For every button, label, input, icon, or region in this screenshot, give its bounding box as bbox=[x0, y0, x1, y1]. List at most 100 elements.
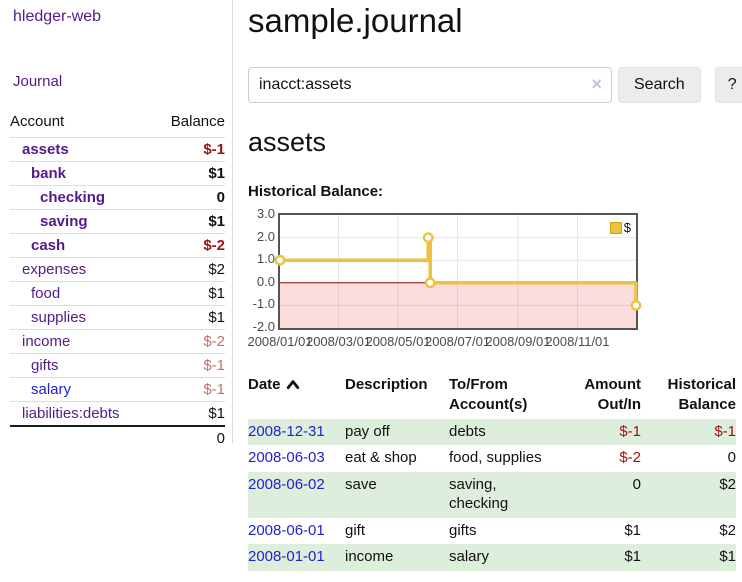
account-link-supplies[interactable]: supplies bbox=[31, 309, 86, 326]
register-balance-cell: 0 bbox=[641, 445, 736, 472]
x-axis-tick-label: 2008/11/01 bbox=[545, 334, 609, 349]
account-row-expenses: expenses$2 bbox=[10, 258, 225, 282]
accounts-header-balance: Balance bbox=[154, 111, 225, 138]
y-axis-tick-label: -1.0 bbox=[248, 296, 275, 311]
account-row-bank: bank$1 bbox=[10, 162, 225, 186]
register-header-date[interactable]: Date bbox=[248, 372, 345, 419]
register-balance-cell: $2 bbox=[641, 518, 736, 545]
register-amount-cell: $1 bbox=[561, 518, 641, 545]
help-button[interactable]: ? bbox=[715, 67, 742, 103]
legend-swatch-icon bbox=[610, 222, 622, 234]
register-table: Date Description To/From Account(s) Amou… bbox=[248, 372, 736, 571]
account-cell: expenses bbox=[10, 258, 154, 282]
register-date-cell: 2008-06-03 bbox=[248, 445, 345, 472]
register-accounts-cell: saving, checking bbox=[449, 472, 561, 518]
date-link[interactable]: 2008-12-31 bbox=[248, 423, 325, 440]
accounts-total-row: 0 bbox=[10, 426, 225, 450]
x-axis-tick-label: 2008/07/01 bbox=[425, 334, 490, 349]
data-point[interactable] bbox=[276, 256, 284, 264]
page-title: sample.journal bbox=[248, 2, 742, 40]
account-balance: 0 bbox=[154, 186, 225, 210]
register-description-cell: save bbox=[345, 472, 449, 518]
account-balance: $1 bbox=[154, 402, 225, 427]
date-link[interactable]: 2008-01-01 bbox=[248, 548, 325, 565]
date-link[interactable]: 2008-06-03 bbox=[248, 449, 325, 466]
main-content: sample.journal × Search ? assets Histori… bbox=[233, 0, 742, 571]
account-cell: salary bbox=[10, 378, 154, 402]
chart-plot-area[interactable]: $ bbox=[278, 213, 638, 330]
account-cell: liabilities:debts bbox=[10, 402, 154, 427]
search-button[interactable]: Search bbox=[618, 67, 701, 103]
y-axis-tick-label: 0.0 bbox=[248, 274, 275, 289]
account-link-salary[interactable]: salary bbox=[31, 381, 71, 398]
account-cell: gifts bbox=[10, 354, 154, 378]
register-header-amount: Amount Out/In bbox=[561, 372, 641, 419]
register-row: 2008-06-02 savesaving, checking0$2 bbox=[248, 472, 736, 518]
account-row-saving: saving $1 bbox=[10, 210, 225, 234]
data-point[interactable] bbox=[424, 233, 432, 241]
account-row-income: income$-2 bbox=[10, 330, 225, 354]
register-accounts-cell: debts bbox=[449, 419, 561, 446]
register-row: 2008-12-31pay offdebts$-1$-1 bbox=[248, 419, 736, 446]
register-accounts-cell: food, supplies bbox=[449, 445, 561, 472]
register-description-cell: eat & shop bbox=[345, 445, 449, 472]
chart-svg bbox=[280, 215, 636, 328]
account-link-bank[interactable]: bank bbox=[31, 165, 66, 182]
account-cell: supplies bbox=[10, 306, 154, 330]
account-cell: checking bbox=[10, 186, 154, 210]
clear-search-icon[interactable]: × bbox=[591, 74, 602, 94]
y-axis-tick-label: 3.0 bbox=[248, 206, 275, 221]
account-cell: food bbox=[10, 282, 154, 306]
legend-label: $ bbox=[624, 220, 631, 235]
account-link-liabilities-debts[interactable]: liabilities:debts bbox=[22, 405, 120, 422]
register-amount-cell: $1 bbox=[561, 544, 641, 571]
account-balance: $1 bbox=[154, 210, 225, 234]
account-link-gifts[interactable]: gifts bbox=[31, 357, 59, 374]
account-cell: saving bbox=[10, 210, 154, 234]
account-link-cash[interactable]: cash bbox=[31, 237, 65, 254]
register-amount-cell: 0 bbox=[561, 472, 641, 518]
account-cell: cash bbox=[10, 234, 154, 258]
account-balance: $1 bbox=[154, 306, 225, 330]
register-header-balance: Historical Balance bbox=[641, 372, 736, 419]
register-date-cell: 2008-06-01 bbox=[248, 518, 345, 545]
date-link[interactable]: 2008-06-02 bbox=[248, 476, 325, 493]
brand-link[interactable]: hledger-web bbox=[13, 8, 232, 26]
register-amount-cell: $-2 bbox=[561, 445, 641, 472]
account-link-checking[interactable]: checking bbox=[40, 189, 105, 206]
register-header-description: Description bbox=[345, 372, 449, 419]
account-cell: income bbox=[10, 330, 154, 354]
sidebar: hledger-web Journal Account Balance asse… bbox=[0, 0, 233, 443]
data-point[interactable] bbox=[632, 301, 640, 309]
register-amount-cell: $-1 bbox=[561, 419, 641, 446]
y-axis-tick-label: 1.0 bbox=[248, 251, 275, 266]
account-cell: bank bbox=[10, 162, 154, 186]
register-balance-cell: $2 bbox=[641, 472, 736, 518]
search-input[interactable] bbox=[248, 67, 612, 103]
sort-ascending-icon bbox=[286, 379, 300, 390]
account-link-income[interactable]: income bbox=[22, 333, 70, 350]
account-link-assets[interactable]: assets bbox=[22, 141, 69, 158]
search-form: × Search ? bbox=[248, 67, 742, 103]
accounts-table: Account Balance assets$-1bank$1checking0… bbox=[10, 111, 225, 450]
chart-legend: $ bbox=[610, 220, 631, 235]
account-balance: $-1 bbox=[154, 354, 225, 378]
account-link-saving[interactable]: saving bbox=[40, 213, 88, 230]
account-link-expenses[interactable]: expenses bbox=[22, 261, 86, 278]
account-link-food[interactable]: food bbox=[31, 285, 60, 302]
register-row: 2008-06-03 eat & shopfood, supplies$-20 bbox=[248, 445, 736, 472]
data-point[interactable] bbox=[426, 279, 434, 287]
hledger-web-app: hledger-web Journal Account Balance asse… bbox=[0, 0, 742, 571]
register-description-cell: gift bbox=[345, 518, 449, 545]
x-axis-tick-label: 2008/03/01 bbox=[306, 334, 371, 349]
balance-chart[interactable]: $3.02.01.00.0-1.0-2.02008/01/012008/03/0… bbox=[248, 213, 742, 353]
register-header-accounts: To/From Account(s) bbox=[449, 372, 561, 419]
account-balance: $-1 bbox=[154, 138, 225, 162]
date-link[interactable]: 2008-06-01 bbox=[248, 522, 325, 539]
account-balance: $1 bbox=[154, 282, 225, 306]
y-axis-tick-label: -2.0 bbox=[248, 319, 275, 334]
sidebar-item-journal[interactable]: Journal bbox=[13, 73, 232, 90]
account-row-liabilities-debts: liabilities:debts $1 bbox=[10, 402, 225, 427]
accounts-header-account: Account bbox=[10, 111, 154, 138]
account-row-assets: assets $-1 bbox=[10, 138, 225, 162]
